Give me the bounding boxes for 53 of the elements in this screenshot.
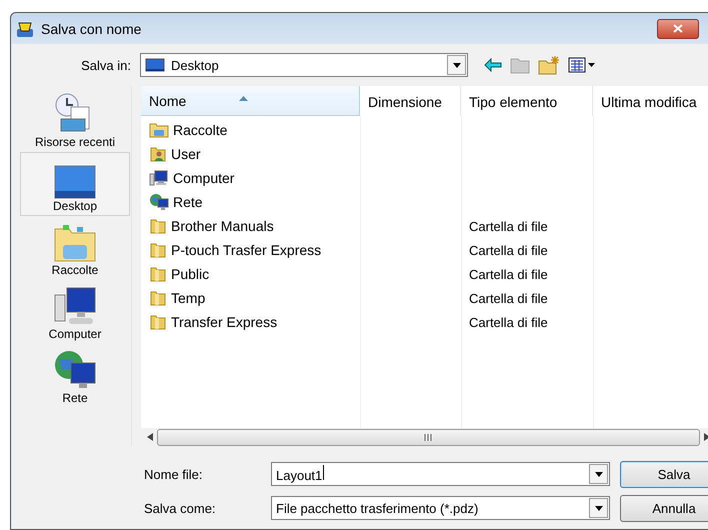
place-item[interactable]: Raccolte [20,216,130,280]
save-button[interactable]: Salva [620,460,708,488]
place-item[interactable]: Risorse recenti [20,88,130,152]
file-type: Cartella di file [469,218,548,234]
file-name[interactable]: Computer [173,170,234,186]
place-item[interactable]: Computer [20,280,130,344]
network-icon [53,349,97,391]
place-item[interactable]: Rete [20,344,130,408]
folder-icon [149,217,167,235]
monitor-icon [54,165,96,199]
file-type: Cartella di file [469,314,548,330]
column-header[interactable]: Nome [141,86,360,116]
folder-icon [53,223,97,263]
file-name-label: Nome file: [143,466,204,482]
file-name[interactable]: Brother Manuals [171,218,274,234]
folder-icon [149,121,169,139]
scroll-left-icon[interactable] [147,433,153,441]
file-name[interactable]: User [171,146,201,162]
close-button[interactable] [657,18,699,38]
window-title: Salva con nome [41,20,142,36]
folder-icon [149,289,167,307]
file-name[interactable]: Public [171,266,210,282]
file-type-dropdown[interactable]: File pacchetto trasferimento (*.pdz) [271,496,610,520]
network-icon [149,193,169,211]
new-folder-icon[interactable] [538,55,560,75]
file-type: Cartella di file [469,290,548,306]
folder-icon [149,313,167,331]
computer-icon [53,285,97,327]
file-type: Cartella di file [469,266,548,282]
dropdown-arrow-icon[interactable] [594,472,602,476]
dropdown-arrow-icon[interactable] [594,506,602,510]
dropdown-arrow-icon[interactable] [452,62,460,68]
file-name-field[interactable]: Layout1 [271,462,610,486]
folder-icon [149,265,167,283]
computer-icon [149,169,169,187]
save-in-label: Salva in: [80,58,132,72]
save-as-label: Salva come: [143,500,217,516]
file-name[interactable]: Transfer Express [171,314,278,330]
sort-arrow-icon [239,96,248,101]
file-type: Cartella di file [469,242,548,258]
monitor-icon [145,57,165,73]
location-dropdown[interactable]: Desktop [140,53,468,77]
folder-icon [149,241,167,259]
cancel-button[interactable]: Annulla [620,494,708,522]
place-item[interactable]: Desktop [20,152,130,216]
file-name[interactable]: P-touch Trasfer Express [171,242,322,258]
file-name[interactable]: Raccolte [173,122,228,138]
close-icon [673,24,683,33]
user-folder-icon [149,145,167,163]
file-name[interactable]: Temp [171,290,206,306]
back-arrow-icon[interactable] [484,58,502,72]
file-name[interactable]: Rete [173,194,203,210]
view-menu-icon[interactable] [568,57,596,73]
